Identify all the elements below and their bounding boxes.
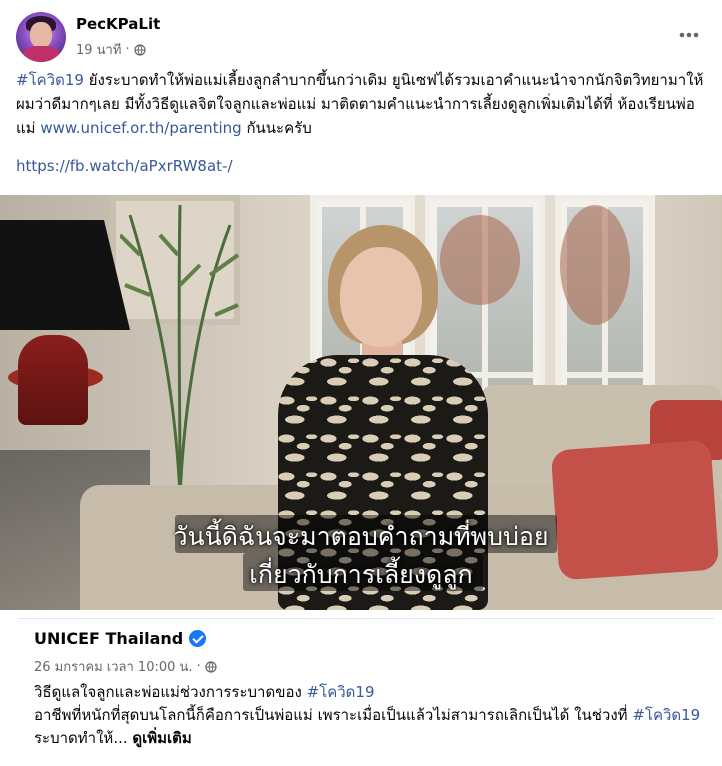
shared-hashtag-1[interactable]: #โควิด19 [307,683,375,701]
post-body-2: กันนะครับ [241,119,312,137]
avatar-face [30,22,52,48]
more-options-button[interactable] [674,20,704,50]
author-avatar[interactable] [16,12,66,62]
post-meta: 19 นาที · [76,39,146,60]
post-message: #โควิด19 ยังระบาดทำให้พ่อแม่เลี้ยงลูกลำบ… [16,68,706,140]
video-subtitle-line-2: เกี่ยวกับการเลี้ยงดูลูก [249,560,473,589]
shared-line1-text: วิธีดูแลใจลูกและพ่อแม่ช่วงการระบาดของ [34,683,307,701]
speaker-face [340,247,422,347]
more-horizontal-icon [679,32,699,38]
shared-message: วิธีดูแลใจลูกและพ่อแม่ช่วงการระบาดของ #โ… [34,681,704,750]
shared-hashtag-2[interactable]: #โควิด19 [632,706,700,724]
globe-icon [205,660,217,673]
shared-line2-tail: ระบาดทำให้... [34,729,133,747]
post-header: PecKPaLit 19 นาที · [16,12,710,64]
post-hashtag[interactable]: #โควิด19 [16,71,84,89]
verified-badge-icon [189,630,207,647]
shared-author: UNICEF Thailand [34,629,207,648]
video-player[interactable]: วันนี้ดิฉันจะมาตอบคำถามที่พบบ่อย เกี่ยวก… [0,195,722,610]
video-subtitle-line-1: วันนี้ดิฉันจะมาตอบคำถามที่พบบ่อย [173,522,549,551]
shared-meta: 26 มกราคม เวลา 10:00 น. · [34,656,217,677]
see-more-link[interactable]: ดูเพิ่มเติม [132,729,191,747]
shared-time[interactable]: 26 มกราคม เวลา 10:00 น. [34,656,193,677]
post-time[interactable]: 19 นาที [76,39,121,60]
shared-post-card[interactable]: UNICEF Thailand 26 มกราคม เวลา 10:00 น. … [18,618,714,764]
avatar-body [22,46,60,62]
post-link[interactable]: www.unicef.or.th/parenting [40,119,241,137]
tree-foliage [560,205,630,325]
shared-meta-separator: · [196,659,201,674]
tree-foliage [440,215,520,305]
shared-author-name[interactable]: UNICEF Thailand [34,629,183,648]
meta-separator: · [125,42,130,57]
red-jar [18,335,88,425]
shared-line2-text: อาชีพที่หนักที่สุดบนโลกนี้ก็คือการเป็นพ่… [34,706,633,724]
author-name[interactable]: PecKPaLit [76,15,160,33]
fb-watch-link[interactable]: https://fb.watch/aPxrRW8at-/ [16,157,233,175]
globe-icon[interactable] [133,43,146,56]
